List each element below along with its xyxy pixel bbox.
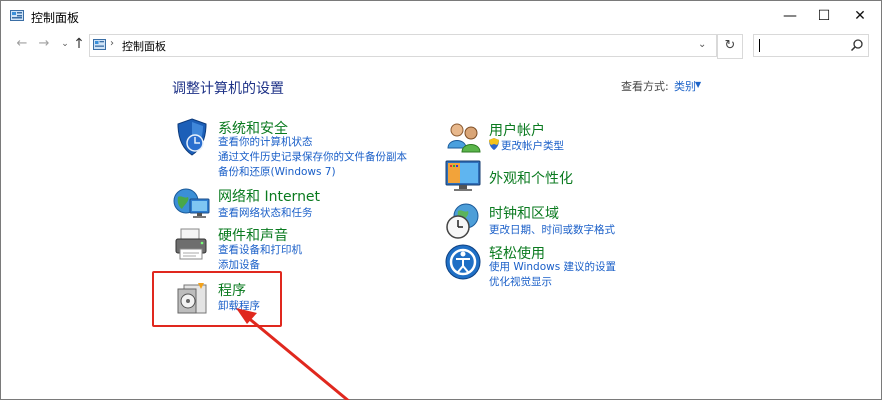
shield-icon[interactable] — [172, 117, 212, 157]
recent-locations-chevron-icon[interactable]: ⌄ — [58, 36, 72, 52]
ease-of-access-icon[interactable] — [444, 243, 484, 283]
appearance-monitor-icon[interactable] — [444, 157, 484, 197]
link-change-account-type[interactable]: 更改帐户类型 — [501, 138, 564, 153]
link-check-computer-status[interactable]: 查看你的计算机状态 — [218, 134, 313, 149]
page-title: 调整计算机的设置 — [172, 81, 284, 97]
link-optimize-visual-display[interactable]: 优化视觉显示 — [489, 274, 552, 289]
link-devices-printers[interactable]: 查看设备和打印机 — [218, 242, 302, 257]
uac-shield-icon — [489, 138, 499, 150]
close-button[interactable]: ✕ — [843, 1, 877, 31]
up-arrow-icon[interactable]: ↑ — [72, 36, 86, 52]
text-caret — [759, 39, 760, 52]
address-bar[interactable]: › 控制面板 ⌄ — [89, 34, 717, 57]
category-title-appearance[interactable]: 外观和个性化 — [489, 168, 573, 188]
category-title-accounts[interactable]: 用户帐户 — [489, 120, 545, 140]
control-panel-location-icon — [93, 39, 106, 50]
back-arrow-icon[interactable]: ← — [15, 36, 29, 52]
minimize-button[interactable]: — — [773, 1, 807, 31]
search-input[interactable] — [753, 34, 869, 57]
link-windows-recommended-settings[interactable]: 使用 Windows 建议的设置 — [489, 259, 616, 274]
refresh-button[interactable]: ↻ — [717, 34, 743, 59]
link-network-status[interactable]: 查看网络状态和任务 — [218, 205, 313, 220]
link-change-date-time-format[interactable]: 更改日期、时间或数字格式 — [489, 222, 615, 237]
category-title-network[interactable]: 网络和 Internet — [218, 186, 320, 206]
programs-highlight-box — [152, 271, 282, 327]
clock-globe-icon[interactable] — [444, 201, 484, 241]
network-globe-icon[interactable] — [172, 185, 212, 225]
view-by-caret-icon[interactable]: ▼ — [695, 80, 701, 89]
breadcrumb-chevron-icon[interactable]: › — [110, 38, 114, 49]
navigation-bar: ← → ⌄ ↑ › 控制面板 ⌄ ↻ — [1, 31, 881, 59]
printer-icon[interactable] — [172, 225, 212, 265]
link-backup-restore[interactable]: 备份和还原(Windows 7) — [218, 164, 336, 179]
title-bar[interactable]: 控制面板 — ☐ ✕ — [1, 1, 881, 31]
refresh-icon: ↻ — [724, 38, 736, 53]
control-panel-window: 控制面板 — ☐ ✕ ← → ⌄ ↑ › 控制面板 ⌄ ↻ 调整计算机的设置 查… — [0, 0, 882, 400]
forward-arrow-icon[interactable]: → — [37, 36, 51, 52]
maximize-button[interactable]: ☐ — [807, 1, 841, 31]
address-dropdown-icon[interactable]: ⌄ — [698, 39, 706, 50]
link-add-device[interactable]: 添加设备 — [218, 257, 260, 272]
user-accounts-icon[interactable] — [444, 118, 484, 158]
window-title: 控制面板 — [31, 11, 80, 25]
search-icon[interactable] — [850, 38, 864, 52]
breadcrumb[interactable]: 控制面板 — [122, 38, 166, 54]
view-by-dropdown[interactable]: 类别 — [674, 78, 696, 94]
view-by-label: 查看方式: — [621, 80, 669, 93]
control-panel-app-icon — [10, 10, 24, 21]
category-title-clock[interactable]: 时钟和区域 — [489, 203, 559, 223]
link-file-history-backup[interactable]: 通过文件历史记录保存你的文件备份副本 — [218, 149, 407, 164]
